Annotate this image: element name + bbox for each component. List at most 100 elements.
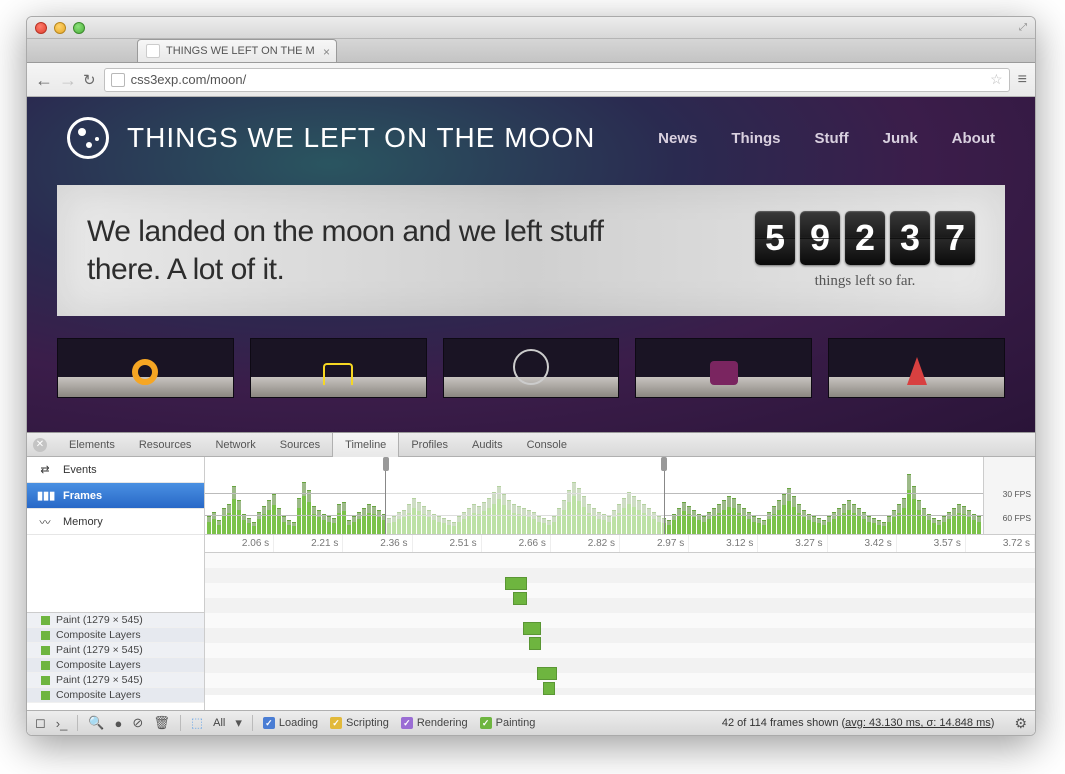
ruler-tick: 2.06 s xyxy=(205,535,274,552)
tab-strip: THINGS WE LEFT ON THE M × xyxy=(27,39,1035,63)
flame-bar[interactable] xyxy=(513,592,527,605)
menu-button[interactable]: ≡ xyxy=(1018,71,1027,89)
address-bar[interactable]: css3exp.com/moon/ ☆ xyxy=(104,68,1010,92)
filter-dropdown-icon[interactable]: ▾ xyxy=(235,715,242,731)
timeline-mode-tab[interactable]: ⇄Events xyxy=(27,457,204,483)
search-icon[interactable]: 🔍 xyxy=(88,715,104,731)
thumb-item[interactable] xyxy=(57,338,234,398)
frames-status: 42 of 114 frames shown (avg: 43.130 ms, … xyxy=(722,717,995,729)
overview-selection[interactable] xyxy=(385,457,665,534)
flame-bar[interactable] xyxy=(505,577,527,590)
tab-title: THINGS WE LEFT ON THE M xyxy=(166,45,315,57)
devtools-toolbar: ◻ ›_ 🔍 ● ⊘ 🗑 ⬚ All ▾ ✓Loading ✓Scripting ✓… xyxy=(27,710,1035,735)
devtools-tab[interactable]: Network xyxy=(203,433,267,457)
ruler-tick: 2.36 s xyxy=(343,535,412,552)
reload-button[interactable]: ↻ xyxy=(83,71,96,89)
record-row[interactable]: Composite Layers xyxy=(27,688,204,703)
paint-swatch-icon xyxy=(41,676,50,685)
dock-icon[interactable]: ◻ xyxy=(35,715,46,731)
category-checkbox[interactable]: ✓Painting xyxy=(480,717,536,729)
thumbnails xyxy=(27,316,1035,398)
garbage-collect-icon[interactable]: 🗑 xyxy=(153,715,170,731)
hero-text: We landed on the moon and we left stuff … xyxy=(87,213,647,288)
site-header: THINGS WE LEFT ON THE MOON News Things Stu… xyxy=(27,97,1035,159)
checkbox-icon: ✓ xyxy=(480,717,492,729)
console-drawer-icon[interactable]: ›_ xyxy=(56,716,68,731)
traffic-lights xyxy=(35,22,85,34)
devtools-tab[interactable]: Audits xyxy=(460,433,515,457)
close-window-button[interactable] xyxy=(35,22,47,34)
timeline-sidebar: ⇄Events▮▮▮Frames〰Memory Paint (1279 × 54… xyxy=(27,457,205,711)
frames-overview[interactable]: 30 FPS 60 FPS xyxy=(205,457,1035,535)
paint-swatch-icon xyxy=(41,646,50,655)
moon-logo-icon xyxy=(67,117,109,159)
nav-link[interactable]: News xyxy=(658,130,697,147)
counter-digit: 3 xyxy=(890,211,930,265)
devtools-tab[interactable]: Timeline xyxy=(332,433,399,457)
counter-digit: 9 xyxy=(800,211,840,265)
zoom-window-button[interactable] xyxy=(73,22,85,34)
ruler-tick: 2.97 s xyxy=(620,535,689,552)
category-checkbox[interactable]: ✓Loading xyxy=(263,717,318,729)
paint-swatch-icon xyxy=(41,661,50,670)
thumb-item[interactable] xyxy=(250,338,427,398)
record-icon[interactable]: ● xyxy=(115,716,123,731)
thumb-item[interactable] xyxy=(635,338,812,398)
record-row[interactable]: Composite Layers xyxy=(27,628,204,643)
clear-icon[interactable]: ⊘ xyxy=(132,715,143,731)
timeline-mode-tab[interactable]: 〰Memory xyxy=(27,509,204,535)
flame-bar[interactable] xyxy=(543,682,555,695)
nav-link[interactable]: Things xyxy=(731,130,780,147)
devtools-tab[interactable]: Console xyxy=(515,433,579,457)
back-button[interactable]: ← xyxy=(35,71,53,89)
expand-icon[interactable]: ⤢ xyxy=(1019,22,1027,33)
fps-60-label: 60 FPS xyxy=(1003,513,1031,523)
timeline-mode-tab[interactable]: ▮▮▮Frames xyxy=(27,483,204,509)
ruler-tick: 2.21 s xyxy=(274,535,343,552)
flame-chart[interactable] xyxy=(205,553,1035,695)
site-title: THINGS WE LEFT ON THE MOON xyxy=(127,122,595,154)
ruler-tick: 3.42 s xyxy=(828,535,897,552)
nav-link[interactable]: Stuff xyxy=(815,130,849,147)
nav-link[interactable]: About xyxy=(952,130,995,147)
category-checkbox[interactable]: ✓Scripting xyxy=(330,717,389,729)
ruler-tick: 3.57 s xyxy=(897,535,966,552)
record-row[interactable]: Paint (1279 × 545) xyxy=(27,673,204,688)
flame-bar[interactable] xyxy=(537,667,557,680)
devtools-tab[interactable]: Elements xyxy=(57,433,127,457)
counter-digit: 7 xyxy=(935,211,975,265)
category-checkbox[interactable]: ✓Rendering xyxy=(401,717,468,729)
filter-glue-icon[interactable]: ⬚ xyxy=(191,715,203,731)
minimize-window-button[interactable] xyxy=(54,22,66,34)
devtools-close-icon[interactable]: ✕ xyxy=(33,438,47,452)
selection-handle-right[interactable] xyxy=(661,457,667,471)
close-tab-icon[interactable]: × xyxy=(323,45,330,59)
fps-labels: 30 FPS 60 FPS xyxy=(983,457,1035,534)
counter-digit: 2 xyxy=(845,211,885,265)
selection-handle-left[interactable] xyxy=(383,457,389,471)
flame-bar[interactable] xyxy=(523,622,541,635)
browser-window: ⤢ THINGS WE LEFT ON THE M × ← → ↻ css3ex… xyxy=(26,16,1036,736)
browser-tab[interactable]: THINGS WE LEFT ON THE M × xyxy=(137,39,337,62)
mode-icon: ▮▮▮ xyxy=(37,489,53,502)
record-row[interactable]: Paint (1279 × 545) xyxy=(27,613,204,628)
gear-icon[interactable]: ⚙ xyxy=(1014,715,1027,732)
record-row[interactable]: Paint (1279 × 545) xyxy=(27,643,204,658)
bookmark-star-icon[interactable]: ☆ xyxy=(990,71,1003,88)
thumb-item[interactable] xyxy=(443,338,620,398)
flame-bar[interactable] xyxy=(529,637,541,650)
record-row[interactable]: Composite Layers xyxy=(27,658,204,673)
forward-button[interactable]: → xyxy=(59,71,77,89)
timeline-main: 30 FPS 60 FPS 2.06 s2.21 s2.36 s2.51 s2.… xyxy=(205,457,1035,711)
mode-icon: ⇄ xyxy=(37,463,53,476)
devtools-tab[interactable]: Sources xyxy=(268,433,332,457)
nav-link[interactable]: Junk xyxy=(883,130,918,147)
counter-digit: 5 xyxy=(755,211,795,265)
window-titlebar: ⤢ xyxy=(27,17,1035,39)
thumb-item[interactable] xyxy=(828,338,1005,398)
filter-label[interactable]: All xyxy=(213,717,225,729)
ruler-tick: 3.72 s xyxy=(966,535,1035,552)
time-ruler: 2.06 s2.21 s2.36 s2.51 s2.66 s2.82 s2.97… xyxy=(205,535,1035,553)
devtools-tab[interactable]: Resources xyxy=(127,433,204,457)
devtools-tab[interactable]: Profiles xyxy=(399,433,460,457)
